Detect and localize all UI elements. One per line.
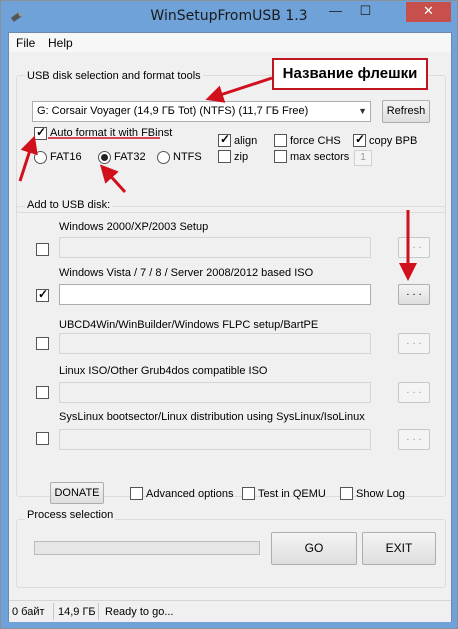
show-log-label: Show Log (356, 488, 405, 500)
test-qemu-label: Test in QEMU (258, 488, 326, 500)
source-checkbox[interactable] (36, 337, 49, 350)
test-qemu-checkbox[interactable] (242, 487, 255, 500)
status-total: 14,9 ГБ (58, 606, 96, 618)
browse-button[interactable]: . . . (398, 382, 430, 403)
force-chs-checkbox[interactable] (274, 134, 287, 147)
app-window: WinSetupFromUSB 1.3 — ☐ ✕ File Help USB … (0, 0, 458, 629)
source-path-input[interactable] (59, 382, 371, 403)
show-log-checkbox[interactable] (340, 487, 353, 500)
status-free: 0 байт (12, 606, 45, 618)
auto-format-checkbox[interactable]: ✓ (34, 125, 47, 140)
fat16-radio[interactable] (34, 151, 47, 164)
align-checkbox[interactable]: ✓ (218, 132, 231, 147)
process-group-label: Process selection (25, 509, 116, 521)
advanced-options-label: Advanced options (146, 488, 234, 500)
maximize-button[interactable]: ☐ (352, 2, 379, 22)
source-label: Windows 2000/XP/2003 Setup (59, 221, 209, 233)
source-checkbox[interactable]: ✓ (36, 287, 49, 302)
chevron-down-icon: ▼ (358, 106, 367, 116)
source-path-input[interactable] (59, 333, 371, 354)
source-label: Windows Vista / 7 / 8 / Server 2008/2012… (59, 267, 314, 279)
check-icon: ✓ (220, 132, 231, 146)
source-path-input[interactable] (59, 429, 371, 450)
status-divider (98, 603, 99, 620)
source-path-input[interactable] (59, 284, 371, 305)
copy-bpb-checkbox[interactable]: ✓ (353, 132, 366, 147)
fat16-label: FAT16 (50, 151, 82, 163)
progress-bar (34, 541, 260, 555)
menu-help[interactable]: Help (48, 36, 73, 50)
source-checkbox[interactable] (36, 243, 49, 256)
status-bar: 0 байт 14,9 ГБ Ready to go... (9, 600, 451, 622)
refresh-button[interactable]: Refresh (382, 100, 430, 123)
fat32-label: FAT32 (114, 151, 146, 163)
disk-select[interactable]: G: Corsair Voyager (14,9 ГБ Tot) (NTFS) … (32, 101, 371, 122)
disk-select-value: G: Corsair Voyager (14,9 ГБ Tot) (NTFS) … (37, 105, 309, 117)
fat32-radio[interactable] (98, 151, 111, 164)
source-checkbox[interactable] (36, 386, 49, 399)
window-title: WinSetupFromUSB 1.3 (150, 8, 308, 24)
browse-button[interactable]: . . . (398, 429, 430, 450)
add-to-usb-group-label: Add to USB disk: (25, 199, 113, 211)
status-divider (53, 603, 54, 620)
menu-bar: File Help (9, 33, 451, 52)
align-label: align (234, 135, 258, 147)
source-path-input[interactable] (59, 237, 371, 258)
source-checkbox[interactable] (36, 432, 49, 445)
check-icon: ✓ (38, 287, 49, 301)
source-label: SysLinux bootsector/Linux distribution u… (59, 411, 365, 423)
minimize-button[interactable]: — (322, 2, 349, 22)
ntfs-radio[interactable] (157, 151, 170, 164)
close-button[interactable]: ✕ (406, 2, 451, 22)
radio-selected-dot (101, 154, 108, 161)
browse-button[interactable]: . . . (398, 237, 430, 258)
source-label: UBCD4Win/WinBuilder/Windows FLPC setup/B… (59, 319, 319, 331)
status-message: Ready to go... (105, 606, 174, 618)
zip-checkbox[interactable] (218, 150, 231, 163)
browse-button[interactable]: . . . (398, 333, 430, 354)
menu-file[interactable]: File (16, 36, 35, 50)
auto-format-label: Auto format it with FBinst (50, 127, 173, 139)
exit-button[interactable]: EXIT (362, 532, 436, 565)
go-button[interactable]: GO (271, 532, 357, 565)
force-chs-label: force CHS (290, 135, 341, 147)
check-icon: ✓ (355, 132, 366, 146)
ntfs-label: NTFS (173, 151, 202, 163)
browse-button[interactable]: . . . (398, 284, 430, 305)
title-bar[interactable]: WinSetupFromUSB 1.3 — ☐ ✕ (1, 1, 457, 31)
advanced-options-checkbox[interactable] (130, 487, 143, 500)
source-label: Linux ISO/Other Grub4dos compatible ISO (59, 365, 268, 377)
check-icon: ✓ (36, 125, 47, 139)
callout-label: Название флешки (272, 58, 428, 90)
sectors-spinbox[interactable]: 1 (354, 150, 372, 166)
copy-bpb-label: copy BPB (369, 135, 418, 147)
donate-button[interactable]: DONATE (50, 482, 104, 504)
client-area: File Help USB disk selection and format … (8, 32, 452, 622)
zip-label: zip (234, 151, 249, 163)
max-sectors-label: max sectors (290, 151, 350, 163)
usb-disk-group-label: USB disk selection and format tools (25, 70, 203, 82)
max-sectors-checkbox[interactable] (274, 150, 287, 163)
